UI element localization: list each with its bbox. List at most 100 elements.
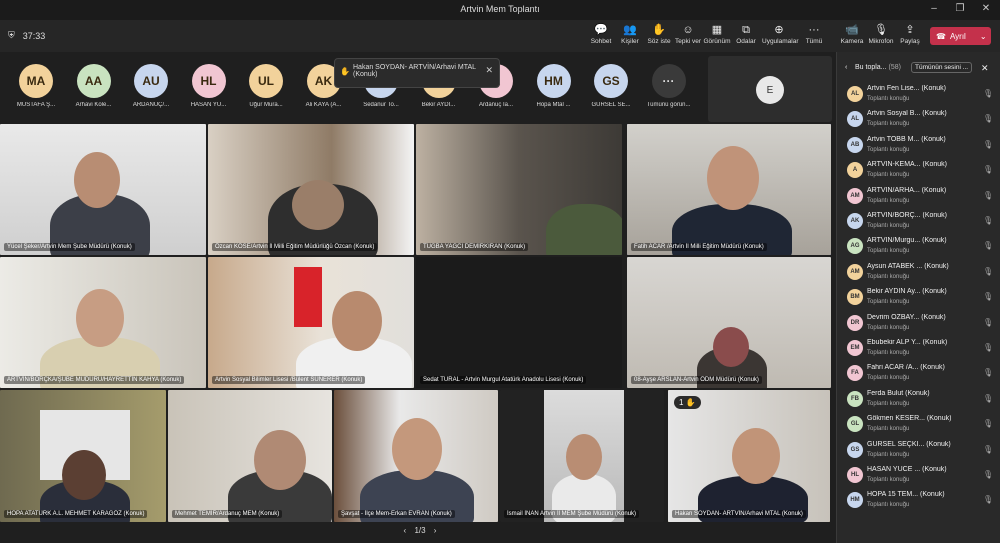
mic-muted-icon[interactable]: 🎙 [983,191,993,200]
avatar: GL [847,416,863,433]
mic-muted-icon[interactable]: 🎙 [983,368,993,377]
chevron-down-icon[interactable]: ⌄ [980,32,987,41]
participant-row[interactable]: AM Aysun ATABEK ... (Konuk) Toplantı konuğ… [837,260,1000,284]
video-tile[interactable]: Özcan KÖSE/Artvin İl Milli Eğitim Müdürl… [208,124,414,255]
participant-row[interactable]: AK ARTVİN/BORÇ... (Konuk) Toplantı konuğu 🎙 [837,209,1000,233]
video-tile[interactable]: HOPA ATATÜRK A.L. MEHMET KARAGÖZ (Konuk) [0,390,166,522]
shield-icon: ⛨ [8,30,15,40]
avatar-initials: MA [19,64,53,98]
video-tile[interactable]: İsmail İNAN Artvin İl MEM Şube Müdürü (K… [500,390,664,522]
avatar: AG [847,238,863,255]
participant-avatar[interactable]: AU ARDANUÇ/... [131,64,171,108]
mic-muted-icon[interactable]: 🎙 [983,394,993,403]
mic-muted-icon[interactable]: 🎙 [983,318,993,327]
participant-role: Toplantı konuğu [867,273,910,280]
mic-muted-icon[interactable]: 🎙 [983,140,993,149]
mic-muted-icon[interactable]: 🎙 [983,495,993,504]
participant-avatar[interactable]: HM Hopa Mtal ... [534,64,574,108]
raised-hand-notification[interactable]: ✋ Hakan SOYDAN- ARTVİN/Arhavi MTAL (Konu… [334,58,500,88]
participant-row[interactable]: HM HOPA 15 TEM... (Konuk) Toplantı konuğu 🎙 [837,488,1000,512]
chevron-right-icon[interactable]: › [434,526,437,535]
minimize-icon[interactable]: – [924,3,944,14]
tile-label: 08-Ayşe ARSLAN-Artvin ÖDM Müdürü (Konuk) [631,376,762,384]
mic-muted-icon[interactable]: 🎙 [983,470,993,479]
participant-row[interactable]: GL Gökmen KESER... (Konuk) Toplantı konuğu… [837,412,1000,436]
mic-muted-icon[interactable]: 🎙 [983,292,993,301]
tile-label: Özcan KÖSE/Artvin İl Milli Eğitim Müdürl… [212,243,378,251]
avatar-name: MUSTAFA Ş... [16,102,56,108]
participant-role: Toplantı konuğu [867,502,910,509]
avatar-name: Hopa Mtal ... [536,102,571,108]
panel-header: ‹ Bu topla... (58) Tümünün sesini ... ✕ [837,52,1000,84]
participant-role: Toplantı konuğu [867,197,910,204]
avatar: BM [847,289,863,306]
participant-avatar[interactable]: MA MUSTAFA Ş... [16,64,56,108]
window-title: Artvin Mem Toplantı [460,4,540,14]
participant-row[interactable]: FA Fahri ACAR /A... (Konuk) Toplantı konuğ… [837,361,1000,385]
mic-muted-icon[interactable]: 🎙 [983,419,993,428]
more-icon: ··· [808,24,820,36]
participant-avatar[interactable]: ··· Tümünü görün... [646,64,691,108]
video-tile[interactable]: ARTVİN/BORÇKA/ŞUBE MÜDÜRÜ/HAYRETTİN KAHY… [0,257,206,388]
avatar-initials: UL [249,64,283,98]
video-tile[interactable]: Artvin Sosyal Bilimler Lisesi /Bülent SÜ… [208,257,414,388]
more-button[interactable]: ··· Tümü [797,24,831,45]
video-tile[interactable]: Yücel Şeker/Artvin Mem Şube Müdürü (Konu… [0,124,206,255]
mic-muted-icon[interactable]: 🎙 [983,165,993,174]
self-preview[interactable]: E [708,56,832,122]
video-tile[interactable]: Sedat TURAL - Artvin Murgul Atatürk Anad… [416,257,622,388]
leave-button[interactable]: ☎ Ayrıl ⌄ [930,27,991,45]
video-tile[interactable]: 08-Ayşe ARSLAN-Artvin ÖDM Müdürü (Konuk) [627,257,831,388]
apps-button[interactable]: ⊕ Uygulamalar [762,24,799,45]
participant-row[interactable]: AL Artvin Fen Lise... (Konuk) Toplantı kon… [837,82,1000,106]
rooms-button[interactable]: ⧉ Odalar [729,24,763,45]
participant-row[interactable]: DR Devrim ÖZBAY... (Konuk) Toplantı konuğu… [837,311,1000,335]
participant-avatar[interactable]: GS GÜRSEL SE... [591,64,631,108]
close-icon[interactable]: ✕ [981,63,989,74]
participant-role: Toplantı konuğu [867,299,910,306]
avatar: AL [847,86,863,102]
participant-name: GÜRSEL SEÇKİ... (Konuk) [867,440,951,448]
participant-avatar[interactable]: AA Arhavi Kole... [74,64,114,108]
participant-row[interactable]: FB Ferda Bulut (Konuk) Toplantı konuğu 🎙 [837,387,1000,411]
chevron-left-icon[interactable]: ‹ [404,526,407,535]
mic-muted-icon[interactable]: 🎙 [983,216,993,225]
mic-muted-icon[interactable]: 🎙 [983,89,993,98]
participant-row[interactable]: GS GÜRSEL SEÇKİ... (Konuk) Toplantı konuğu… [837,438,1000,462]
mute-all-button[interactable]: Tümünün sesini ... [911,62,973,73]
mic-muted-icon[interactable]: 🎙 [983,445,993,454]
participant-row[interactable]: AB Artvin TOBB M... (Konuk) Toplantı konuğ… [837,133,1000,157]
maximize-icon[interactable]: ❐ [950,3,970,14]
participant-row[interactable]: EM Ebubekir ALP Y... (Konuk) Toplantı konu… [837,336,1000,360]
video-tile-active-speaker[interactable]: Fatih ACAR /Artvin İl Milli Eğitim Müdür… [627,124,831,255]
mic-muted-icon[interactable]: 🎙 [983,241,993,250]
chevron-left-icon[interactable]: ‹ [845,64,847,71]
participant-row[interactable]: HL HASAN YÜCE ... (Konuk) Toplantı konuğu 🎙 [837,463,1000,487]
participant-name: ARTVİN/Murgu... (Konuk) [867,237,947,245]
participant-row[interactable]: A ARTVİN-KEMA... (Konuk) Toplantı konuğu 🎙 [837,158,1000,182]
participant-name: Bekir AYDIN Ay... (Konuk) [867,288,947,296]
avatar: HL [847,467,863,483]
video-tile[interactable]: TUĞBA YAĞCI DEMİRKIRAN (Konuk) [416,124,622,255]
share-icon: ⇪ [905,24,915,36]
participant-row[interactable]: AL Artvin Sosyal B... (Konuk) Toplantı kon… [837,107,1000,131]
avatar: AM [847,263,863,280]
participant-role: Toplantı konuğu [867,324,910,331]
avatar-name: Bekir AYDI... [421,102,456,108]
avatar-name: ARDANUÇ/... [132,102,170,108]
video-tile[interactable]: Mehmet TEMİR/Ardanuç MEM (Konuk) [168,390,332,522]
participant-row[interactable]: AM ARTVİN/ARHA... (Konuk) Toplantı konuğu 🎙 [837,184,1000,208]
close-icon[interactable]: ✕ [976,3,996,14]
mic-muted-icon[interactable]: 🎙 [983,343,993,352]
video-tile-raised-hand[interactable]: 1 ✋ Hakan SOYDAN- ARTVİN/Arhavi MTAL (Ko… [668,390,830,522]
mic-muted-icon[interactable]: 🎙 [983,114,993,123]
video-tile[interactable]: Şavşat - İlçe Mem-Erkan EVRAN (Konuk) [334,390,498,522]
share-button[interactable]: ⇪ Paylaş [893,24,927,45]
participant-role: Toplantı konuğu [867,172,910,179]
participant-row[interactable]: AG ARTVİN/Murgu... (Konuk) Toplantı konuğu… [837,234,1000,258]
participant-avatar[interactable]: HL HASAN YÜ... [189,64,229,108]
close-icon[interactable]: ✕ [485,65,493,76]
participant-avatar[interactable]: UL Uğur Mura... [246,64,286,108]
mic-muted-icon[interactable]: 🎙 [983,267,993,276]
participant-row[interactable]: BM Bekir AYDIN Ay... (Konuk) Toplantı konu… [837,285,1000,309]
